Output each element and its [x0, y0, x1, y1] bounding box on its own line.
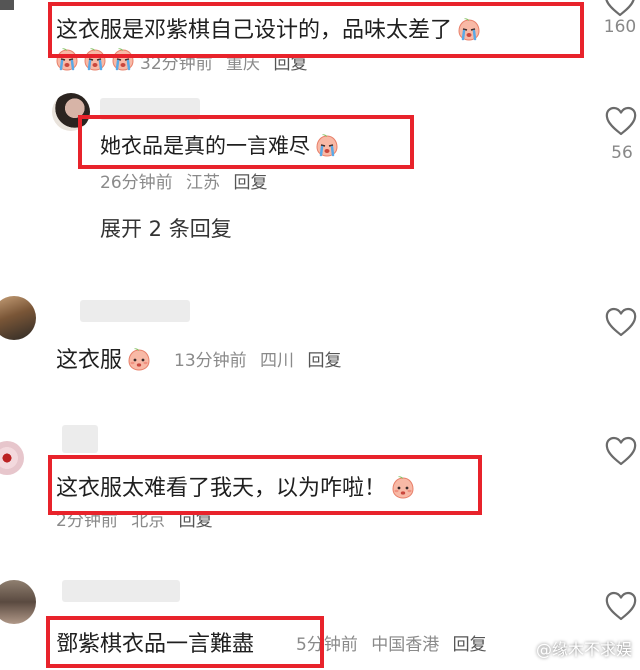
heart-outline-icon[interactable] — [604, 306, 638, 338]
highlight-box — [78, 115, 414, 169]
reply-button[interactable]: 回复 — [307, 351, 341, 371]
avatar[interactable] — [0, 296, 36, 340]
avatar[interactable] — [0, 580, 36, 624]
like-count: 56 — [611, 143, 633, 163]
username-blurred[interactable] — [62, 580, 180, 602]
heart-outline-icon[interactable] — [603, 0, 637, 18]
username-blurred[interactable] — [80, 300, 190, 322]
heart-outline-icon[interactable] — [604, 435, 638, 467]
heart-outline-icon[interactable] — [604, 105, 638, 137]
comment-time: 13分钟前 — [174, 351, 247, 371]
comment-4: 这衣服太难看了我天，以为咋啦！ 2分钟前 北京 回复 — [0, 415, 640, 535]
comment-location: 四川 — [260, 351, 295, 371]
comment-3-text: 这衣服 — [56, 348, 123, 373]
avatar-partial — [0, 0, 14, 10]
comment-text: 这衣服 — [56, 342, 152, 374]
reply-button[interactable]: 回复 — [453, 635, 487, 655]
highlight-box — [48, 2, 584, 58]
comment-meta: 13分钟前 四川 回复 — [174, 346, 341, 371]
comment-2: 她衣品是真的一言难尽 26分钟前 江苏 回复 展开 2 条回复 56 — [0, 85, 640, 255]
expand-replies-link[interactable]: 展开 2 条回复 — [100, 213, 232, 243]
heart-outline-icon[interactable] — [604, 590, 638, 622]
comment-time: 26分钟前 — [100, 173, 173, 193]
highlight-box — [46, 616, 324, 668]
comment-location: 中国香港 — [371, 635, 440, 655]
comment-meta: 26分钟前 江苏 回复 — [100, 168, 267, 193]
like-count: 160 — [603, 17, 637, 37]
comment-location: 江苏 — [186, 173, 221, 193]
reply-button[interactable]: 回复 — [233, 173, 267, 193]
comment-1: 这衣服是邓紫棋自己设计的，品味太差了 32分钟前 重庆 回复 160 — [0, 0, 640, 75]
username-blurred[interactable] — [62, 425, 98, 453]
comment-3: 这衣服 13分钟前 四川 回复 — [0, 290, 640, 380]
avatar[interactable] — [0, 441, 24, 475]
watermark: @缘木不求娱 — [535, 640, 632, 659]
peach-emoji-icon — [126, 346, 152, 372]
highlight-box — [48, 455, 482, 515]
comment-meta: 5分钟前 中国香港 回复 — [296, 630, 487, 655]
